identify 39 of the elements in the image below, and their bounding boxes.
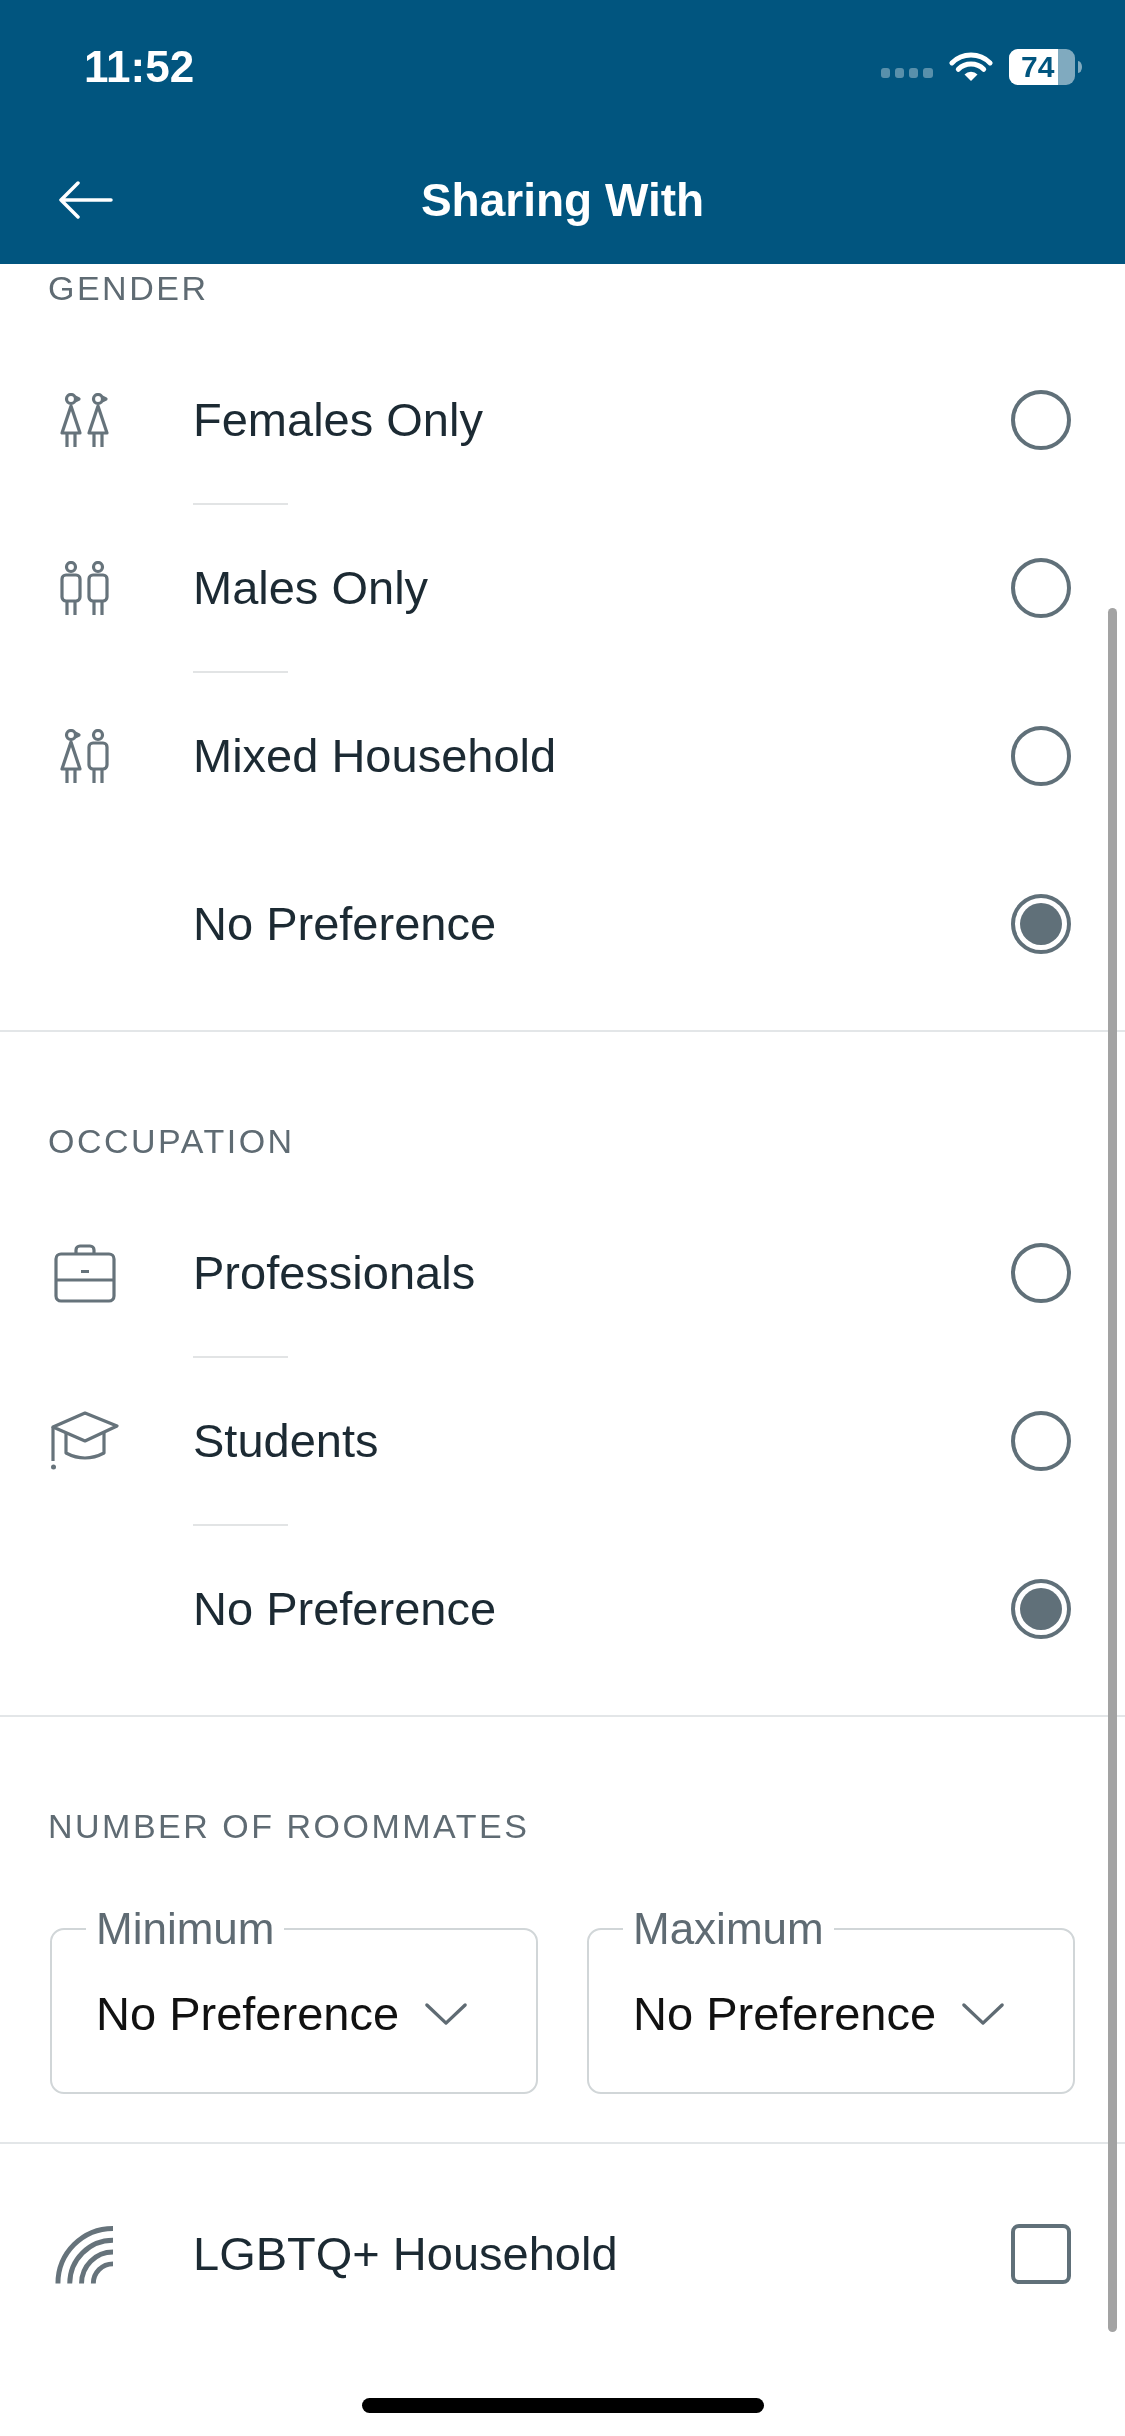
wifi-icon	[948, 50, 994, 84]
radio-button[interactable]	[1011, 894, 1071, 954]
radio-button[interactable]	[1011, 1243, 1071, 1303]
signal-icon	[881, 68, 933, 78]
chevron-down-icon	[424, 2001, 469, 2027]
back-button[interactable]	[57, 181, 113, 219]
woman-and-man-icon	[59, 728, 111, 784]
option-label: Mixed Household	[193, 728, 558, 784]
radio-button[interactable]	[1011, 390, 1071, 450]
status-time: 11:52	[84, 42, 195, 92]
option-label: Females Only	[193, 392, 484, 448]
radio-button[interactable]	[1011, 1579, 1071, 1639]
section-title: GENDER	[47, 268, 210, 309]
arrow-left-icon	[57, 181, 113, 219]
rainbow-icon	[54, 2224, 113, 2284]
briefcase-icon	[54, 1243, 116, 1303]
option-label: Professionals	[193, 1245, 477, 1301]
checkbox[interactable]	[1011, 2224, 1071, 2284]
two-women-icon	[59, 392, 111, 448]
section-title: OCCUPATION	[47, 1121, 296, 1162]
two-men-icon	[59, 560, 111, 616]
screen-title: Sharing With	[420, 173, 705, 228]
radio-button[interactable]	[1011, 1411, 1071, 1471]
graduation-cap-icon	[51, 1411, 119, 1471]
dropdown-label: Minimum	[95, 1905, 276, 1953]
radio-button[interactable]	[1011, 726, 1071, 786]
dropdown-label: Maximum	[632, 1905, 825, 1953]
option-label: LGBTQ+ Household	[193, 2226, 619, 2282]
dropdown-value: No Preference	[96, 1986, 400, 2042]
option-label: Students	[193, 1413, 380, 1469]
radio-button[interactable]	[1011, 558, 1071, 618]
battery-percent: 74	[1021, 49, 1055, 85]
battery-icon	[1009, 49, 1083, 85]
option-label: No Preference	[193, 896, 498, 952]
section-title: NUMBER OF ROOMMATES	[47, 1806, 531, 1847]
option-label: Males Only	[193, 560, 430, 616]
option-label: No Preference	[193, 1581, 498, 1637]
dropdown-value: No Preference	[633, 1986, 937, 2042]
chevron-down-icon	[961, 2001, 1006, 2027]
